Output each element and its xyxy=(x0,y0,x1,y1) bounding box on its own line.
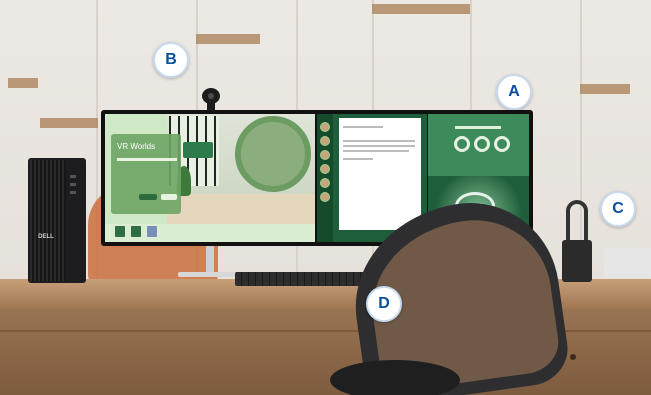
screen-left-app: VR Worlds xyxy=(105,114,315,242)
pc-port xyxy=(70,175,76,178)
monitor-stand-base xyxy=(178,272,242,277)
avatar[interactable] xyxy=(320,192,330,202)
progress-ring xyxy=(494,136,510,152)
image-thumbnail[interactable] xyxy=(147,226,157,237)
document-page xyxy=(339,118,421,230)
wall-wood-accent xyxy=(196,34,260,44)
webcam-mount xyxy=(207,103,215,111)
vr-primary-button[interactable] xyxy=(139,194,157,200)
office-chair-seat xyxy=(330,360,460,395)
document-text-line xyxy=(343,145,415,147)
callout-b[interactable]: B xyxy=(153,42,189,78)
monitor-stand xyxy=(206,246,214,274)
callout-d[interactable]: D xyxy=(366,286,402,322)
workspace-photo: DELL VR Worlds A B C D xyxy=(0,0,651,395)
pc-brand-logo: DELL xyxy=(38,234,54,240)
avatar[interactable] xyxy=(320,136,330,146)
headset-stand xyxy=(562,240,592,282)
vr-app-title: VR Worlds xyxy=(117,142,156,151)
document-text-line xyxy=(343,126,383,128)
document-text-line xyxy=(343,158,373,160)
drawer-knob xyxy=(570,354,576,360)
vr-subtitle-line xyxy=(117,158,177,161)
callout-c[interactable]: C xyxy=(600,191,636,227)
avatar[interactable] xyxy=(320,178,330,188)
progress-ring xyxy=(474,136,490,152)
document-text-line xyxy=(343,150,409,152)
progress-ring xyxy=(454,136,470,152)
folder-icon[interactable] xyxy=(115,226,125,237)
vr-popup-panel xyxy=(183,142,213,158)
avatar[interactable] xyxy=(320,164,330,174)
wall-wood-accent xyxy=(372,4,470,14)
pc-port xyxy=(70,191,76,194)
folder-icon[interactable] xyxy=(131,226,141,237)
vr-round-window xyxy=(235,116,311,192)
callout-a[interactable]: A xyxy=(496,74,532,110)
vr-secondary-button[interactable] xyxy=(161,194,177,200)
wall-wood-accent xyxy=(580,84,630,94)
document-text-line xyxy=(343,140,415,142)
vr-floor xyxy=(167,194,315,224)
pc-tower-grille xyxy=(30,160,66,281)
avatar[interactable] xyxy=(320,150,330,160)
avatar[interactable] xyxy=(320,122,330,132)
speaker xyxy=(604,248,651,278)
webcam-lens xyxy=(208,93,214,99)
wall-wood-accent xyxy=(40,118,98,128)
wall-wood-accent xyxy=(8,78,38,88)
pc-port xyxy=(70,183,76,186)
dashboard-title-line xyxy=(455,126,501,129)
